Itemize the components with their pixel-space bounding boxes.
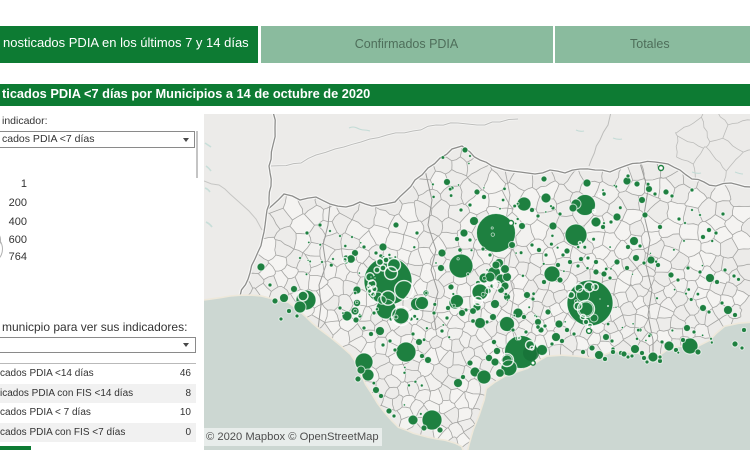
- svg-text:© 2020 Mapbox © OpenStreetMap: © 2020 Mapbox © OpenStreetMap: [206, 431, 379, 443]
